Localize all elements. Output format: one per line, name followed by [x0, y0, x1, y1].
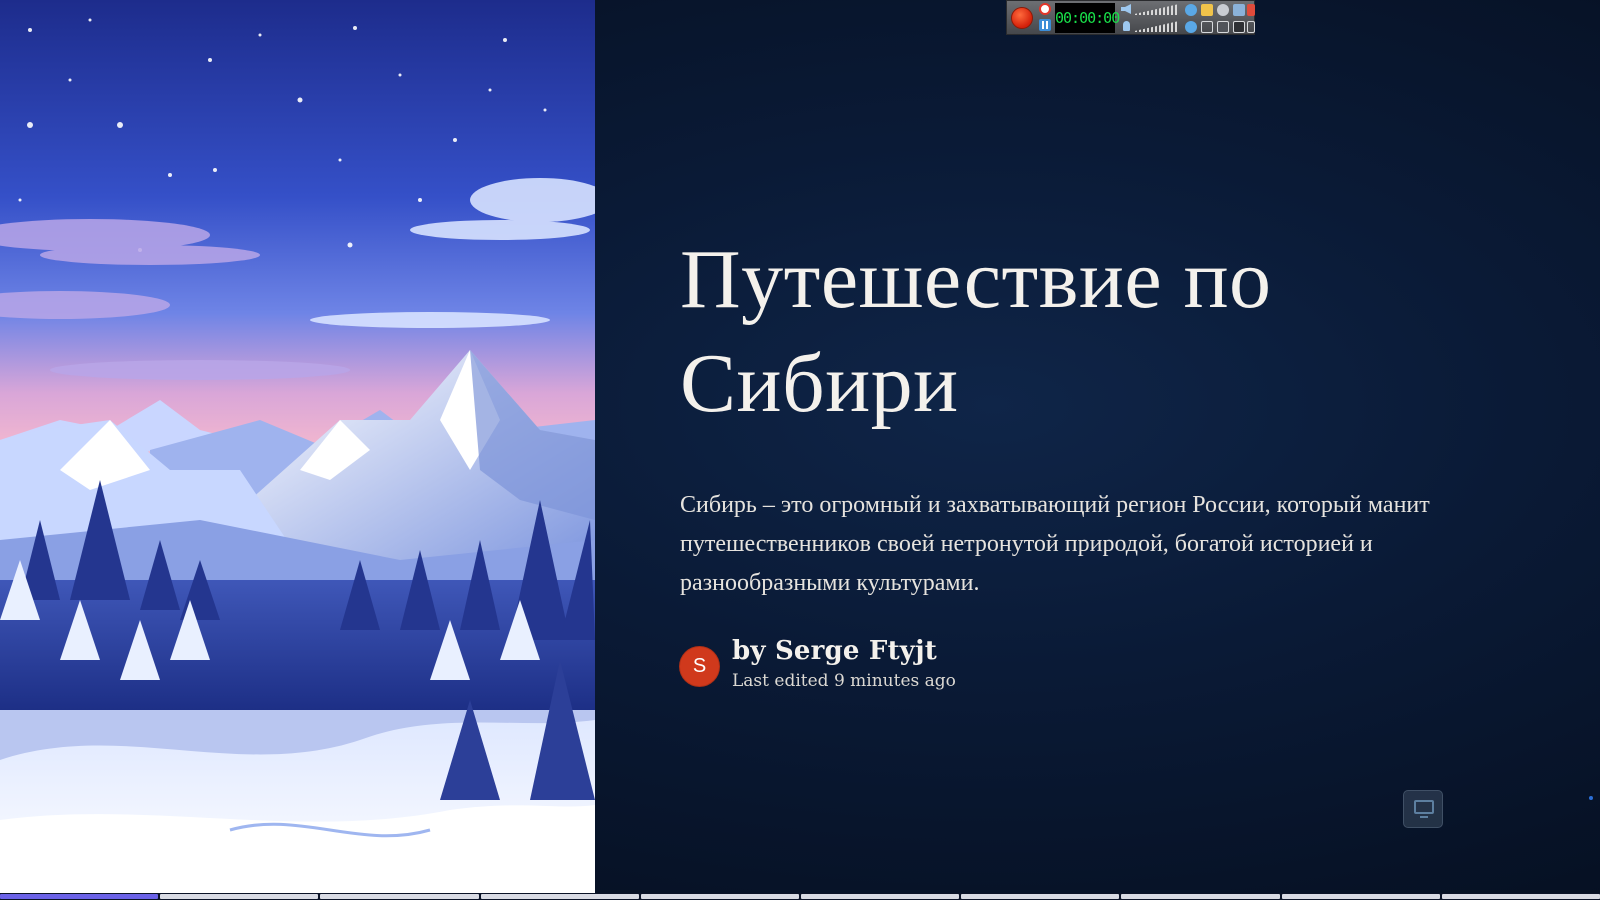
- edge-indicator: [1589, 796, 1593, 800]
- pause-icon[interactable]: [1039, 19, 1051, 31]
- progress-segment-6[interactable]: [801, 894, 960, 899]
- record-icon[interactable]: [1011, 7, 1033, 29]
- screen-recorder-toolbar: 00:00:00: [1006, 0, 1255, 35]
- author-text: by Serge Ftyjt Last edited 9 minutes ago: [732, 635, 956, 693]
- progress-segment-2[interactable]: [160, 894, 319, 899]
- recording-timer: 00:00:00: [1055, 3, 1120, 33]
- progress-segment-8[interactable]: [1121, 894, 1280, 899]
- slide-title: Путешествие по Сибири: [680, 228, 1480, 436]
- presenter-view-button[interactable]: [1403, 790, 1443, 828]
- capture-region-icon[interactable]: [1185, 21, 1197, 33]
- author-block: S by Serge Ftyjt Last edited 9 minutes a…: [680, 635, 1480, 693]
- avatar: S: [680, 646, 719, 686]
- progress-segment-9[interactable]: [1281, 894, 1440, 899]
- slide-description: Сибирь – это огромный и захватывающий ре…: [680, 492, 1430, 596]
- progress-segment-10[interactable]: [1441, 894, 1600, 899]
- last-edited: Last edited 9 minutes ago: [732, 671, 956, 691]
- settings-icon[interactable]: [1217, 4, 1229, 16]
- progress-segment-5[interactable]: [640, 894, 800, 899]
- alarm-icon[interactable]: [1039, 3, 1051, 15]
- winter-landscape-illustration: [0, 0, 595, 894]
- slide-content: Путешествие по Сибири Сибирь – это огром…: [680, 228, 1480, 693]
- microphone-icon[interactable]: [1123, 21, 1130, 31]
- cursor-icon[interactable]: [1233, 4, 1245, 16]
- progress-segment-3[interactable]: [320, 894, 479, 899]
- slide-title-line-2: Сибири: [680, 337, 959, 430]
- microphone-level[interactable]: [1135, 21, 1179, 32]
- folder-icon[interactable]: [1201, 4, 1213, 16]
- volume-icon[interactable]: [1121, 4, 1131, 14]
- progress-segment-1[interactable]: [0, 894, 159, 899]
- slide-progress-bar: [0, 893, 1600, 900]
- monitor-icon[interactable]: [1233, 21, 1245, 33]
- display-icon[interactable]: [1247, 21, 1255, 33]
- progress-segment-7[interactable]: [961, 894, 1120, 899]
- close-icon[interactable]: [1247, 4, 1255, 16]
- slide-title-line-1: Путешествие по: [680, 233, 1272, 326]
- window-icon[interactable]: [1217, 21, 1229, 33]
- hero-image: [0, 0, 595, 894]
- volume-level[interactable]: [1135, 4, 1179, 15]
- progress-segment-4[interactable]: [480, 894, 639, 899]
- monitor-icon: [1414, 800, 1434, 814]
- presentation-slide: Путешествие по Сибири Сибирь – это огром…: [0, 0, 1600, 900]
- monitor-stand: [1420, 816, 1428, 818]
- webcam-icon[interactable]: [1185, 4, 1197, 16]
- author-byline: by Serge Ftyjt: [732, 636, 937, 666]
- fullscreen-icon[interactable]: [1201, 21, 1213, 33]
